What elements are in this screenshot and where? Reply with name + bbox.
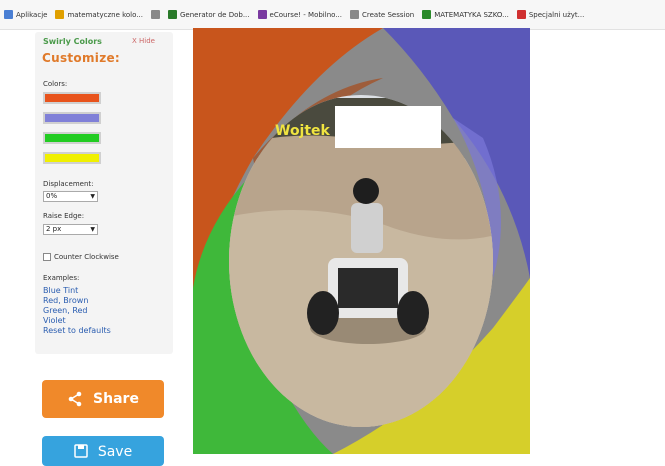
raise-edge-select[interactable]: 2 px ▼ bbox=[43, 224, 98, 235]
bookmark-item[interactable]: Aplikacje bbox=[4, 10, 47, 19]
page-icon bbox=[349, 10, 359, 19]
examples-label: Examples: bbox=[43, 274, 80, 282]
page-icon bbox=[150, 10, 160, 19]
counter-clockwise-checkbox[interactable]: Counter Clockwise bbox=[43, 253, 119, 261]
dropdown-arrow-icon: ▼ bbox=[90, 226, 95, 233]
bookmark-item[interactable] bbox=[150, 10, 160, 19]
checkbox-box[interactable] bbox=[43, 253, 51, 261]
share-icon bbox=[68, 391, 82, 407]
customize-heading: Customize: bbox=[42, 51, 121, 65]
counter-clockwise-label: Counter Clockwise bbox=[54, 253, 119, 261]
colors-label: Colors: bbox=[43, 80, 68, 88]
displacement-select[interactable]: 0% ▼ bbox=[43, 191, 98, 202]
bookmark-item[interactable]: MATEMATYKA SZKO... bbox=[422, 10, 509, 19]
color-fill-2 bbox=[45, 114, 99, 122]
bookmark-item[interactable]: eCourse! - Mobilno... bbox=[257, 10, 342, 19]
save-icon bbox=[74, 444, 88, 458]
displacement-value: 0% bbox=[46, 192, 58, 200]
bookmark-label: Specjalni użyt... bbox=[528, 10, 585, 19]
raise-edge-label: Raise Edge: bbox=[43, 212, 85, 220]
apps-icon bbox=[4, 10, 13, 19]
swirl-image-canvas: Wojtek bbox=[193, 28, 530, 454]
specjalni-icon bbox=[516, 10, 526, 19]
color-swatch-blue[interactable] bbox=[43, 112, 101, 124]
swirl-photo: Wojtek bbox=[193, 28, 530, 454]
panel-title: Swirly Colors bbox=[43, 37, 102, 46]
raise-edge-value: 2 px bbox=[46, 225, 62, 233]
displacement-label: Displacement: bbox=[43, 180, 94, 188]
ecourse-icon bbox=[257, 10, 267, 19]
share-button[interactable]: Share bbox=[42, 380, 164, 418]
dropdown-arrow-icon: ▼ bbox=[90, 193, 95, 200]
bookmarks-bar: Aplikacje matematyczne kolo... Generator d… bbox=[0, 0, 665, 30]
save-label: Save bbox=[97, 444, 133, 460]
color-swatch-orange[interactable] bbox=[43, 92, 101, 104]
bookmark-label: Create Session bbox=[361, 10, 415, 19]
bookmark-label: eCourse! - Mobilno... bbox=[269, 10, 342, 19]
example-link-violet[interactable]: Violet bbox=[43, 316, 66, 325]
example-link-green-red[interactable]: Green, Red bbox=[43, 306, 88, 315]
bookmark-label: MATEMATYKA SZKO... bbox=[434, 10, 509, 19]
bookmark-item[interactable]: matematyczne kolo... bbox=[55, 10, 143, 19]
color-swatch-yellow[interactable] bbox=[43, 152, 101, 164]
bookmark-item[interactable]: Specjalni użyt... bbox=[516, 10, 585, 19]
matematyka-icon bbox=[422, 10, 432, 19]
share-label: Share bbox=[93, 391, 139, 407]
customize-panel: Swirly Colors X Hide Customize: Colors: … bbox=[35, 32, 173, 354]
color-fill-1 bbox=[45, 94, 99, 102]
save-button[interactable]: Save bbox=[42, 436, 164, 466]
hide-panel-link[interactable]: X Hide bbox=[132, 37, 155, 45]
bookmark-item[interactable]: Generator de Dob... bbox=[167, 10, 250, 19]
dollar-icon bbox=[167, 10, 177, 19]
example-link-red-brown[interactable]: Red, Brown bbox=[43, 296, 88, 305]
color-swatch-green[interactable] bbox=[43, 132, 101, 144]
bookmark-item[interactable]: Create Session bbox=[349, 10, 415, 19]
bookmark-label: Generator de Dob... bbox=[179, 10, 250, 19]
bookmark-icon bbox=[55, 10, 65, 19]
reset-defaults-link[interactable]: Reset to defaults bbox=[43, 326, 111, 335]
bookmark-label: Aplikacje bbox=[16, 10, 48, 19]
example-link-blue-tint[interactable]: Blue Tint bbox=[43, 286, 78, 295]
color-fill-3 bbox=[45, 134, 99, 142]
photo-caption: Wojtek bbox=[275, 123, 331, 139]
color-fill-4 bbox=[45, 154, 99, 162]
bookmark-label: matematyczne kolo... bbox=[67, 10, 143, 19]
